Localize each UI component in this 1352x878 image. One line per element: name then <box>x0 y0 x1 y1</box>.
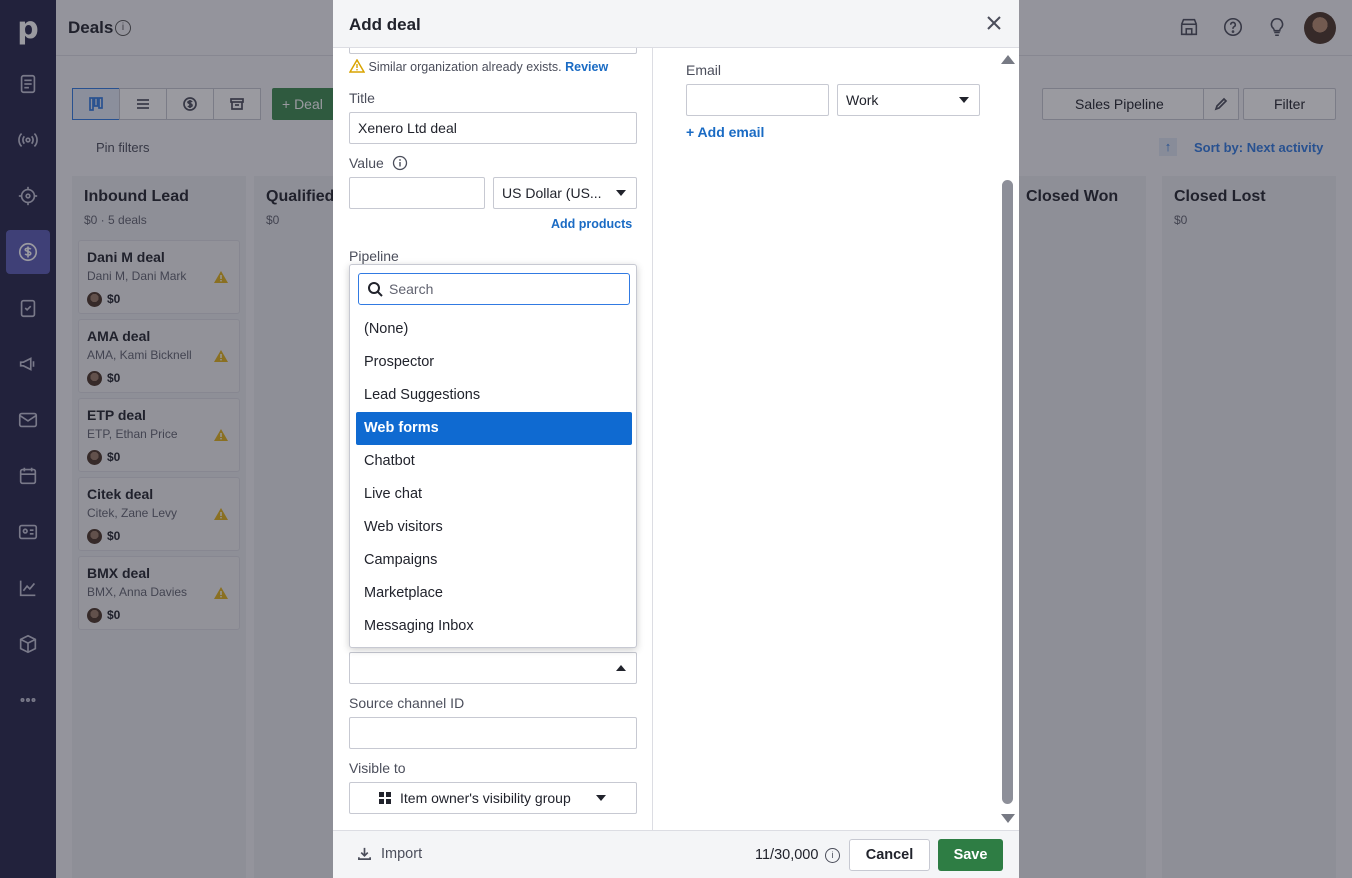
chevron-down-icon <box>616 190 626 196</box>
modal-title: Add deal <box>349 15 421 34</box>
organization-input[interactable] <box>349 48 637 54</box>
source-channel-dropdown: (None) Prospector Lead Suggestions Web f… <box>349 264 637 648</box>
deal-form-column: Similar organization already exists. Rev… <box>333 48 653 830</box>
title-input[interactable]: Xenero Ltd deal <box>349 112 637 144</box>
source-channel-id-label: Source channel ID <box>349 695 465 711</box>
scroll-up-icon[interactable] <box>1001 55 1015 64</box>
scroll-down-icon[interactable] <box>1001 814 1015 823</box>
value-input[interactable] <box>349 177 485 209</box>
email-input[interactable] <box>686 84 829 116</box>
dropdown-option[interactable]: Live chat <box>356 478 632 511</box>
import-button[interactable]: Import <box>357 846 422 862</box>
modal-scrollbar[interactable] <box>1000 48 1019 830</box>
chevron-up-icon <box>616 665 626 671</box>
warning-icon <box>348 58 366 73</box>
visible-to-select[interactable]: Item owner's visibility group <box>349 782 637 814</box>
add-deal-modal: Add deal Similar organization already ex… <box>333 0 1019 878</box>
grid-icon <box>379 792 391 804</box>
cancel-button[interactable]: Cancel <box>849 839 930 871</box>
source-channel-id-input[interactable] <box>349 717 637 749</box>
pipeline-label: Pipeline <box>349 248 399 264</box>
info-icon[interactable] <box>392 155 408 171</box>
download-icon <box>358 847 371 860</box>
source-channel-select[interactable] <box>349 652 637 684</box>
dropdown-option[interactable]: Lead Suggestions <box>356 379 632 412</box>
scroll-thumb[interactable] <box>1002 180 1013 804</box>
dropdown-option[interactable]: (None) <box>356 313 632 346</box>
info-icon[interactable]: i <box>825 848 840 863</box>
currency-value: US Dollar (US... <box>502 185 602 201</box>
add-email-link[interactable]: + Add email <box>686 124 764 140</box>
chevron-down-icon <box>959 97 969 103</box>
title-label: Title <box>349 90 375 106</box>
email-label: Email <box>686 62 722 78</box>
deal-count: 11/30,000 <box>755 847 819 863</box>
dropdown-search[interactable] <box>358 273 630 305</box>
value-label-text: Value <box>349 155 384 171</box>
dropdown-option[interactable]: Prospector <box>356 346 632 379</box>
visible-to-label: Visible to <box>349 760 406 776</box>
add-products-link[interactable]: Add products <box>551 217 632 231</box>
dropdown-option[interactable]: Messaging Inbox <box>356 610 632 643</box>
close-icon[interactable] <box>985 14 1003 32</box>
import-label: Import <box>381 846 423 862</box>
modal-header: Add deal <box>333 0 1019 48</box>
chevron-down-icon <box>596 795 606 801</box>
visible-to-value: Item owner's visibility group <box>400 790 571 806</box>
dropdown-option[interactable]: Chatbot <box>356 445 632 478</box>
dropdown-option[interactable]: Web visitors <box>356 511 632 544</box>
modal-footer: Import 11/30,000 i Cancel Save <box>333 830 1019 878</box>
warning-text: Similar organization already exists. <box>368 60 562 74</box>
save-button[interactable]: Save <box>938 839 1003 871</box>
value-label: Value <box>349 155 408 171</box>
currency-select[interactable]: US Dollar (US... <box>493 177 637 209</box>
dropdown-option[interactable]: Marketplace <box>356 577 632 610</box>
email-type-value: Work <box>846 92 879 108</box>
person-form-column: Email Work + Add email <box>654 48 999 830</box>
search-input[interactable] <box>389 278 625 300</box>
modal-body: Similar organization already exists. Rev… <box>333 48 1019 830</box>
search-icon <box>368 282 383 297</box>
dropdown-option-selected[interactable]: Web forms <box>356 412 632 445</box>
dropdown-option[interactable]: Campaigns <box>356 544 632 577</box>
duplicate-warning: Similar organization already exists. Rev… <box>348 58 608 74</box>
email-type-select[interactable]: Work <box>837 84 980 116</box>
review-link[interactable]: Review <box>565 60 608 74</box>
